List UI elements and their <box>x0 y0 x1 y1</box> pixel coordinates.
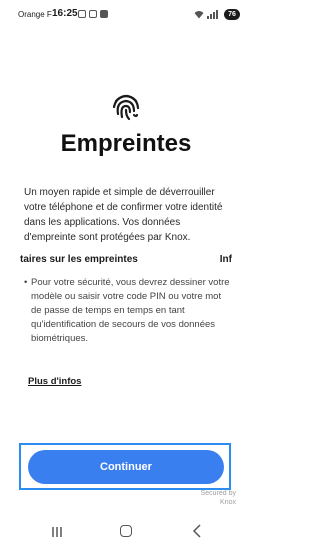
recents-icon[interactable] <box>51 526 63 538</box>
secured-line-2: Knox <box>220 499 236 506</box>
secured-line-1: Secured by <box>200 490 236 497</box>
tab-info[interactable]: Inf <box>220 254 232 265</box>
status-bar: Orange F 16:25 76 <box>0 0 252 30</box>
bullet-point: • <box>24 277 28 288</box>
tab-fingerprint-comments[interactable]: taires sur les empreintes <box>20 254 138 265</box>
page-title: Empreintes <box>60 130 192 157</box>
more-info-link[interactable]: Plus d'infos <box>28 376 81 387</box>
carrier-name: Orange F <box>18 10 52 19</box>
continue-button[interactable]: Continuer <box>28 450 224 484</box>
settings-notification-icon <box>89 10 97 18</box>
notification-icon <box>78 10 86 18</box>
back-icon[interactable] <box>191 524 203 538</box>
wifi-icon <box>194 11 204 19</box>
secured-by-knox: Secured by Knox <box>201 489 236 507</box>
tab-bar: taires sur les empreintes Inf <box>0 254 252 270</box>
home-icon[interactable] <box>120 525 132 537</box>
fingerprint-icon <box>112 94 140 121</box>
battery-indicator: 76 <box>224 9 240 20</box>
navigation-bar <box>0 518 252 546</box>
status-time: 16:25 <box>52 8 78 19</box>
info-list-item: • Pour votre sécurité, vous devrez dessi… <box>24 276 234 346</box>
signal-icon <box>207 10 218 19</box>
status-right: 76 <box>194 9 240 20</box>
info-text: Pour votre sécurité, vous devrez dessine… <box>31 277 230 344</box>
notification-icons <box>78 10 108 18</box>
page-description: Un moyen rapide et simple de déverrouill… <box>24 187 223 243</box>
image-notification-icon <box>100 10 108 18</box>
